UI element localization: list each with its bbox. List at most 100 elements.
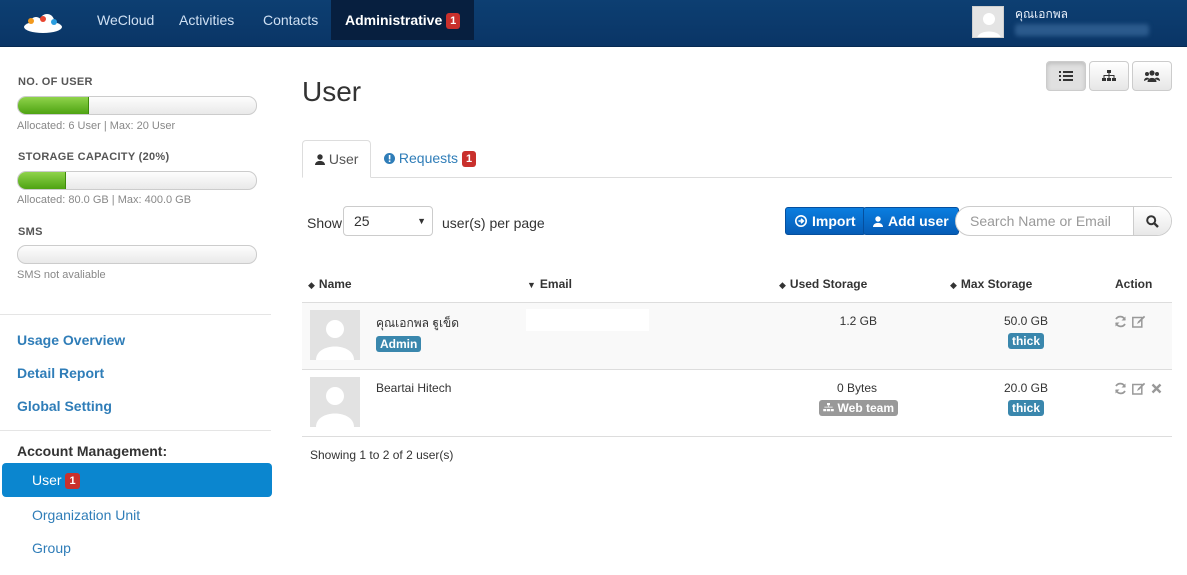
email-redacted: [526, 309, 649, 331]
column-max-storage-label: Max Storage: [960, 277, 1033, 291]
org-view-button[interactable]: [1089, 61, 1129, 91]
storage-meter-label: STORAGE CAPACITY (20%): [18, 151, 170, 163]
avatar: [310, 310, 360, 360]
sms-meter-label: SMS: [18, 226, 43, 238]
tab-requests[interactable]: Requests 1: [372, 140, 488, 178]
account-management-heading: Account Management:: [17, 443, 168, 459]
users-meter: [17, 96, 257, 115]
sidebar-item-organization-unit[interactable]: Organization Unit: [32, 507, 140, 523]
user-name[interactable]: Beartai Hitech: [376, 381, 451, 395]
column-email-header[interactable]: ▼ Email: [527, 277, 572, 291]
nav-administrative-label: Administrative: [345, 12, 443, 28]
storage-meter: [17, 171, 257, 190]
sidebar-item-user-label: User: [32, 472, 62, 488]
users-meter-fill: [18, 97, 90, 114]
table-row[interactable]: Beartai Hitech 0 Bytes Web team 20.0 GB …: [302, 369, 1172, 436]
tier-badge: thick: [1007, 333, 1044, 349]
nav-user-email-redacted: [1015, 24, 1149, 36]
avatar: [310, 377, 360, 427]
users-icon: [1144, 70, 1160, 82]
team-badge: Web team: [819, 400, 898, 416]
refresh-icon[interactable]: [1114, 382, 1127, 395]
table-row[interactable]: คุณเอกพล ฐูเข็ด Admin 1.2 GB 50.0 GB thi…: [302, 302, 1172, 369]
add-user-button[interactable]: Add user: [863, 207, 959, 235]
search-input[interactable]: [956, 207, 1136, 235]
max-storage-value: 20.0 GB: [1003, 381, 1048, 395]
nav-administrative[interactable]: Administrative 1: [331, 0, 475, 40]
column-name-header[interactable]: ◆ Name: [308, 277, 352, 291]
sort-desc-icon: ▼: [527, 280, 536, 290]
show-label: Show: [307, 215, 343, 231]
table-bottom-border: [302, 436, 1172, 437]
top-navbar: WeCloud Activities Contacts Administrati…: [0, 0, 1187, 47]
sidebar: NO. OF USER Allocated: 6 User | Max: 20 …: [0, 47, 272, 575]
used-storage-value: 1.2 GB: [839, 314, 877, 328]
edit-icon[interactable]: [1132, 382, 1146, 395]
users-meter-caption: Allocated: 6 User | Max: 20 User: [17, 120, 176, 132]
column-action-header: Action: [1115, 277, 1153, 291]
sort-icon: ◆: [779, 280, 786, 290]
nav-wecloud[interactable]: WeCloud: [97, 0, 154, 40]
tab-requests-badge: 1: [461, 151, 477, 167]
column-name-label: Name: [318, 277, 352, 291]
tier-badge: thick: [1007, 400, 1044, 416]
role-badge: Admin: [376, 336, 422, 352]
sidebar-link-global-setting[interactable]: Global Setting: [17, 398, 112, 414]
sitemap-icon: [823, 403, 834, 412]
storage-meter-caption: Allocated: 80.0 GB | Max: 400.0 GB: [17, 194, 192, 206]
avatar-placeholder-icon: [316, 387, 354, 427]
sidebar-item-user-badge: 1: [65, 473, 80, 489]
search-button[interactable]: [1133, 207, 1171, 235]
user-icon: [873, 215, 883, 227]
import-button[interactable]: Import: [785, 207, 866, 235]
nav-administrative-badge: 1: [446, 13, 461, 29]
import-button-label: Import: [812, 213, 856, 229]
per-page-label: user(s) per page: [442, 215, 545, 231]
sms-meter-caption: SMS not avaliable: [17, 269, 106, 281]
sidebar-divider: [0, 430, 271, 431]
user-name-cell: คุณเอกพล ฐูเข็ด Admin: [376, 314, 459, 352]
storage-meter-fill: [18, 172, 66, 189]
tab-user[interactable]: User: [302, 140, 372, 178]
user-avatar[interactable]: [972, 6, 1004, 38]
user-name[interactable]: คุณเอกพล ฐูเข็ด: [376, 314, 459, 333]
add-user-button-label: Add user: [888, 213, 949, 229]
refresh-icon[interactable]: [1114, 315, 1127, 328]
sidebar-item-group[interactable]: Group: [32, 540, 71, 556]
per-page-value: 25: [354, 213, 370, 229]
sidebar-link-usage-overview[interactable]: Usage Overview: [17, 332, 125, 348]
arrow-circle-icon: [795, 215, 807, 227]
tab-requests-label: Requests: [398, 150, 459, 166]
group-view-button[interactable]: [1132, 61, 1172, 91]
delete-icon[interactable]: [1151, 383, 1162, 394]
column-used-storage-header[interactable]: ◆ Used Storage: [779, 277, 867, 291]
list-icon: [1059, 71, 1073, 81]
nav-user-name[interactable]: คุณเอกพล: [1015, 5, 1068, 24]
caret-down-icon: ▼: [417, 216, 426, 226]
list-view-button[interactable]: [1046, 61, 1086, 91]
pagination-info: Showing 1 to 2 of 2 user(s): [310, 448, 454, 462]
search-icon: [1146, 214, 1159, 228]
row-actions: [1114, 382, 1162, 395]
avatar-placeholder-icon: [316, 320, 354, 360]
users-meter-label: NO. OF USER: [18, 76, 93, 88]
sitemap-icon: [1102, 70, 1116, 81]
row-actions: [1114, 315, 1146, 328]
sidebar-divider: [0, 314, 271, 315]
nav-contacts[interactable]: Contacts: [263, 0, 318, 40]
info-circle-icon: [384, 153, 395, 164]
used-storage-value: 0 Bytes: [836, 381, 877, 395]
user-name-cell: Beartai Hitech: [376, 381, 451, 395]
sidebar-link-detail-report[interactable]: Detail Report: [17, 365, 104, 381]
per-page-select[interactable]: 25 ▼: [343, 206, 433, 236]
nav-activities[interactable]: Activities: [179, 0, 234, 40]
page-title: User: [302, 76, 362, 107]
cloud-logo-icon[interactable]: [22, 12, 64, 34]
avatar-placeholder-icon: [977, 13, 1001, 37]
search-group: [955, 206, 1172, 236]
sort-icon: ◆: [950, 280, 957, 290]
column-max-storage-header[interactable]: ◆ Max Storage: [950, 277, 1032, 291]
sidebar-item-user[interactable]: User 1: [2, 463, 272, 497]
edit-icon[interactable]: [1132, 315, 1146, 328]
user-icon: [315, 154, 325, 165]
